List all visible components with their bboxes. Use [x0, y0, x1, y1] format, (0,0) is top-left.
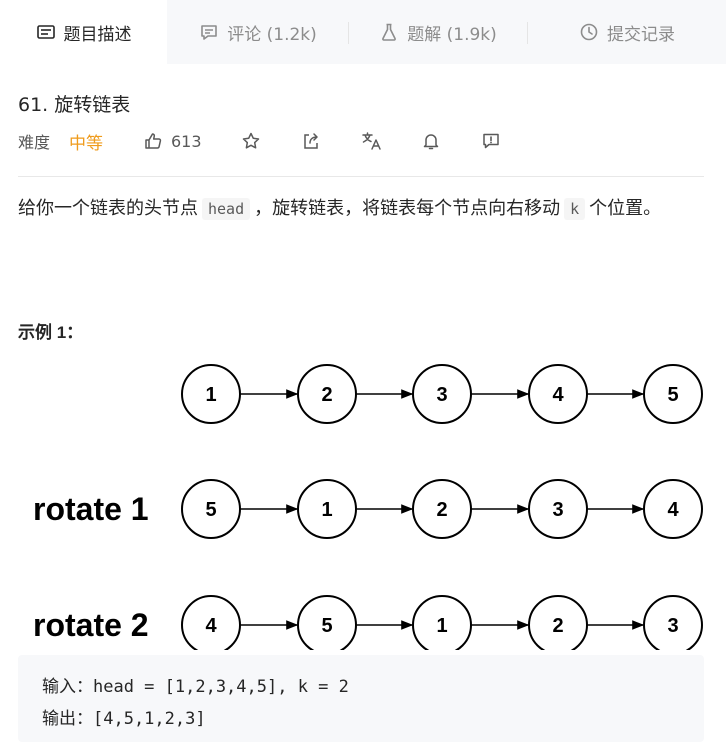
- like-count: 613: [171, 131, 202, 151]
- feedback-button[interactable]: [481, 126, 501, 156]
- node-value: 2: [436, 499, 447, 521]
- tab-solutions-label: 题解 (1.9k): [407, 24, 497, 45]
- difficulty-label: 难度: [18, 133, 51, 152]
- tab-submissions[interactable]: 提交记录: [528, 0, 726, 64]
- comment-icon: [199, 22, 219, 42]
- tab-bar: 题目描述 评论 (1.2k) 题解 (1.9k) 提交记录: [0, 0, 726, 64]
- translate-button[interactable]: [361, 126, 383, 156]
- tab-comments-label: 评论 (1.2k): [227, 24, 317, 45]
- node-value: 3: [667, 615, 678, 637]
- node-value: 4: [205, 615, 217, 637]
- tab-description-label: 题目描述: [63, 24, 132, 45]
- inline-code-head: head: [202, 198, 251, 220]
- tab-solutions[interactable]: 题解 (1.9k): [349, 0, 527, 64]
- description-text: 个位置。: [589, 198, 662, 219]
- bell-icon: [423, 134, 439, 150]
- node-value: 4: [552, 384, 564, 406]
- star-icon: [242, 132, 260, 149]
- example-code-block: 输入：head = [1,2,3,4,5], k = 2 输出：[4,5,1,2…: [18, 655, 704, 742]
- example-title: 示例 1：: [18, 323, 84, 342]
- clock-icon: [579, 22, 599, 42]
- problem-meta: 难度 中等 613: [18, 126, 708, 156]
- node-value: 3: [436, 384, 447, 406]
- like-button[interactable]: 613: [143, 126, 202, 156]
- tab-description[interactable]: 题目描述: [0, 0, 167, 64]
- inline-code-k: k: [564, 198, 586, 220]
- node-value: 2: [552, 615, 563, 637]
- flask-icon: [379, 22, 399, 42]
- difficulty-value: 中等: [69, 133, 103, 154]
- node-value: 3: [552, 499, 563, 521]
- node-value: 1: [436, 615, 447, 637]
- node-value: 4: [667, 499, 679, 521]
- tab-comments[interactable]: 评论 (1.2k): [168, 0, 348, 64]
- node-value: 1: [205, 384, 216, 406]
- problem-description: 给你一个链表的头节点 head ，旋转链表，将链表每个节点向右移动 k 个位置。: [18, 195, 708, 223]
- tab-submissions-label: 提交记录: [607, 24, 675, 45]
- thumbs-up-icon: [145, 133, 162, 149]
- description-text: 给你一个链表的头节点: [18, 198, 198, 219]
- example-input: 输入：head = [1,2,3,4,5], k = 2: [42, 677, 349, 697]
- divider: [18, 176, 704, 177]
- node-value: 5: [667, 384, 678, 406]
- node-value: 2: [321, 384, 332, 406]
- translate-icon: [362, 132, 381, 150]
- share-button[interactable]: [301, 126, 321, 156]
- share-icon: [304, 133, 318, 149]
- notification-button[interactable]: [421, 126, 441, 156]
- description-icon: [36, 22, 56, 42]
- problem-title: 61. 旋转链表: [18, 94, 131, 116]
- description-text: ，旋转链表，将链表每个节点向右移动: [254, 198, 561, 219]
- example-output: 输出：[4,5,1,2,3]: [42, 709, 206, 729]
- node-value: 5: [205, 499, 216, 521]
- favorite-button[interactable]: [241, 126, 261, 156]
- feedback-icon: [483, 133, 499, 149]
- linked-list-diagram: 1 2 3 4 5 rotate 1 5 1 2 3 4 rotate 2 4 5 1 2 3: [33, 364, 703, 650]
- row-label: rotate 2: [33, 607, 149, 643]
- row-label: rotate 1: [33, 491, 149, 527]
- node-value: 5: [321, 615, 332, 637]
- node-value: 1: [321, 499, 332, 521]
